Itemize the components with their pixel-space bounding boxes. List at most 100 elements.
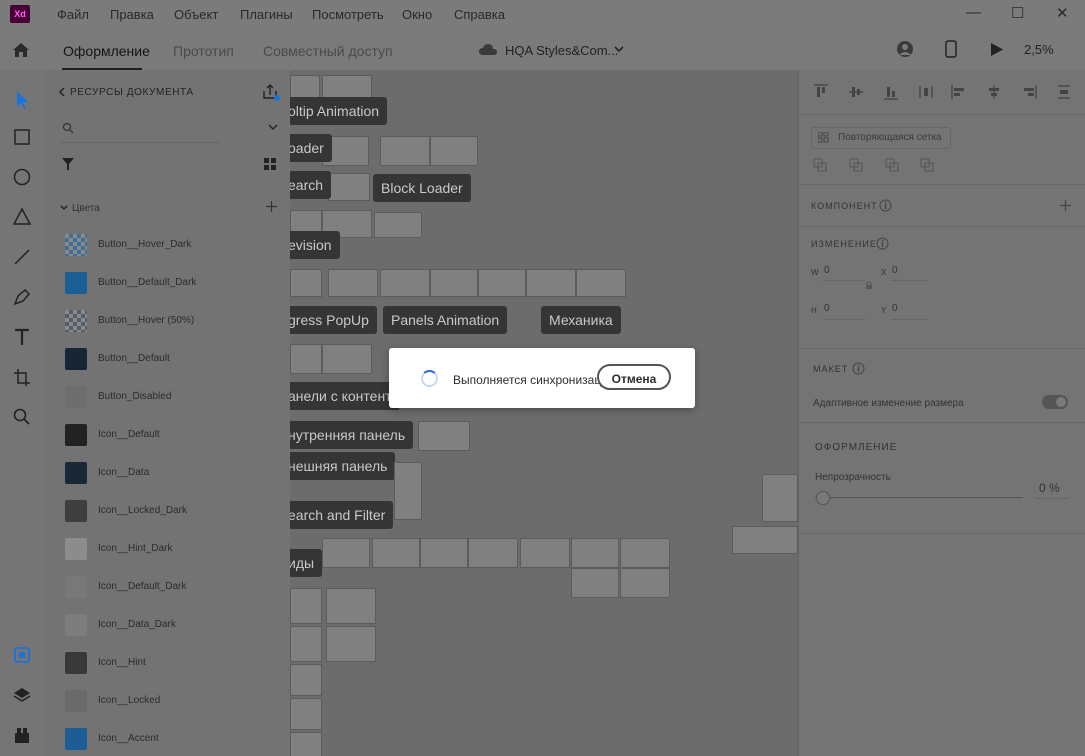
- tab-share[interactable]: Совместный доступ: [263, 43, 393, 59]
- pen-tool-icon[interactable]: [11, 286, 33, 308]
- artboard[interactable]: [290, 269, 322, 297]
- artboard[interactable]: [380, 136, 430, 166]
- share-export-icon[interactable]: [262, 83, 280, 101]
- artboard[interactable]: [762, 474, 798, 522]
- rectangle-tool-icon[interactable]: [11, 126, 33, 148]
- artboard[interactable]: [520, 538, 570, 568]
- canvas-label[interactable]: earch and Filter: [290, 501, 394, 529]
- canvas-label[interactable]: Механика: [541, 306, 621, 334]
- artboard-tool-icon[interactable]: [11, 366, 33, 388]
- canvas-label[interactable]: oltip Animation: [290, 97, 388, 125]
- color-swatch-row[interactable]: Button__Hover (50%): [60, 304, 322, 338]
- artboard[interactable]: [328, 173, 370, 201]
- distribute-horizontal-icon[interactable]: [1056, 84, 1072, 100]
- align-center-icon[interactable]: [986, 84, 1002, 100]
- artboard[interactable]: [290, 664, 322, 696]
- canvas-label[interactable]: Panels Animation: [383, 306, 508, 334]
- add-component-icon[interactable]: [1060, 200, 1071, 211]
- artboard[interactable]: [326, 588, 376, 624]
- canvas-label[interactable]: иды: [290, 549, 323, 577]
- cancel-button[interactable]: Отмена: [597, 364, 671, 390]
- menu-plugins[interactable]: Плагины: [240, 7, 293, 22]
- ellipse-tool-icon[interactable]: [11, 166, 33, 188]
- color-swatch-row[interactable]: Button__Default: [60, 342, 322, 376]
- canvas-label[interactable]: анели с контент: [290, 382, 400, 410]
- artboard[interactable]: [418, 421, 470, 451]
- maximize-button[interactable]: ☐: [1011, 4, 1024, 22]
- artboard[interactable]: [571, 568, 619, 598]
- mobile-preview-icon[interactable]: [945, 40, 957, 58]
- tab-prototype[interactable]: Прототип: [173, 43, 234, 59]
- chevron-down-icon[interactable]: [614, 46, 624, 53]
- artboard[interactable]: [468, 538, 518, 568]
- lock-icon[interactable]: [865, 281, 873, 290]
- close-window-button[interactable]: ✕: [1056, 4, 1069, 22]
- color-swatch-row[interactable]: Icon__Data_Dark: [60, 608, 322, 642]
- color-swatch-row[interactable]: Icon__Default_Dark: [60, 570, 322, 604]
- align-top-icon[interactable]: [813, 84, 829, 100]
- opacity-slider-handle[interactable]: [816, 491, 830, 505]
- color-swatch-row[interactable]: Button__Hover_Dark: [60, 228, 322, 262]
- artboard[interactable]: [290, 626, 322, 662]
- artboard[interactable]: [290, 732, 322, 756]
- color-swatch-row[interactable]: Icon__Accent: [60, 722, 322, 756]
- canvas-label[interactable]: нешняя панель: [290, 452, 396, 480]
- select-tool-icon[interactable]: [11, 88, 33, 110]
- polygon-tool-icon[interactable]: [11, 206, 33, 228]
- canvas-label[interactable]: gress PopUp: [290, 306, 377, 334]
- text-tool-icon[interactable]: [11, 326, 33, 348]
- artboard[interactable]: [576, 269, 626, 297]
- play-icon[interactable]: [990, 42, 1004, 57]
- menu-file[interactable]: Файл: [57, 7, 89, 22]
- responsive-resize-toggle[interactable]: [1042, 395, 1068, 409]
- color-swatch-row[interactable]: Button__Default_Dark: [60, 266, 322, 300]
- artboard[interactable]: [290, 588, 322, 624]
- artboard[interactable]: [430, 136, 478, 166]
- opacity-value[interactable]: 0 %: [1039, 481, 1060, 495]
- artboard[interactable]: [290, 344, 322, 374]
- document-title[interactable]: HQA Styles&Com...: [505, 43, 618, 58]
- canvas-label[interactable]: oader: [290, 134, 332, 162]
- colors-section-header[interactable]: Цвета: [72, 203, 100, 214]
- info-icon[interactable]: [879, 199, 892, 212]
- y-input[interactable]: 0: [892, 303, 898, 314]
- artboard[interactable]: [328, 269, 378, 297]
- menu-window[interactable]: Окно: [402, 7, 432, 22]
- boolean-exclude-icon[interactable]: [920, 158, 934, 172]
- color-swatch-row[interactable]: Icon__Data: [60, 456, 322, 490]
- distribute-vertical-icon[interactable]: [918, 84, 934, 100]
- chevron-down-icon[interactable]: [60, 205, 68, 211]
- width-input[interactable]: 0: [824, 265, 830, 276]
- assets-panel-icon[interactable]: [11, 644, 33, 666]
- artboard[interactable]: [322, 75, 372, 99]
- artboard[interactable]: [732, 526, 798, 554]
- artboard[interactable]: [430, 269, 478, 297]
- canvas-label[interactable]: Block Loader: [373, 174, 471, 202]
- artboard[interactable]: [620, 538, 670, 568]
- artboard[interactable]: [478, 269, 526, 297]
- chevron-left-icon[interactable]: [58, 87, 65, 97]
- color-swatch-row[interactable]: Icon__Hint_Dark: [60, 532, 322, 566]
- tab-design[interactable]: Оформление: [63, 43, 150, 59]
- artboard[interactable]: [380, 269, 430, 297]
- artboard[interactable]: [322, 538, 370, 568]
- align-right-icon[interactable]: [1021, 84, 1037, 100]
- chevron-down-icon[interactable]: [268, 124, 278, 131]
- grid-view-icon[interactable]: [264, 158, 276, 170]
- info-icon[interactable]: [876, 237, 889, 250]
- color-swatch-row[interactable]: Button_Disabled: [60, 380, 322, 414]
- repeat-grid-button[interactable]: Повторяющаяся сетка: [811, 127, 951, 149]
- artboard[interactable]: [526, 269, 576, 297]
- artboard[interactable]: [372, 538, 420, 568]
- artboard[interactable]: [571, 538, 619, 568]
- canvas-label[interactable]: evision: [290, 231, 340, 259]
- color-swatch-row[interactable]: Icon__Hint: [60, 646, 322, 680]
- menu-edit[interactable]: Правка: [110, 7, 154, 22]
- info-icon[interactable]: [852, 362, 865, 375]
- artboard[interactable]: [420, 538, 468, 568]
- artboard[interactable]: [290, 698, 322, 730]
- align-middle-icon[interactable]: [848, 84, 864, 100]
- zoom-tool-icon[interactable]: [11, 406, 33, 428]
- opacity-slider-track[interactable]: [815, 497, 1023, 498]
- color-swatch-row[interactable]: Icon__Locked_Dark: [60, 494, 322, 528]
